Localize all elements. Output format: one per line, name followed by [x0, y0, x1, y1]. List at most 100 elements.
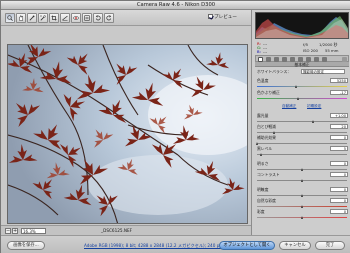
- zoom-in-button[interactable]: +: [12, 227, 18, 234]
- color-sampler-tool-button[interactable]: [38, 13, 48, 23]
- exposure-row: 露光量 +1.00: [257, 113, 348, 119]
- temperature-label: 色温度: [257, 78, 269, 83]
- auto-default-links: 自動補正 初期設定: [257, 104, 347, 109]
- photo-image: [8, 45, 247, 223]
- temperature-row: 色温度 5250: [257, 78, 348, 84]
- fill-light-slider[interactable]: [256, 142, 347, 145]
- done-button[interactable]: 完了: [315, 241, 345, 250]
- section-title: 基本補正: [255, 62, 349, 67]
- recovery-label: 白とび軽減: [257, 124, 276, 129]
- recovery-slider-thumb[interactable]: [273, 131, 275, 134]
- status-bar: − + 16.3% _DSC6125.NEF: [1, 225, 251, 235]
- zoom-level-select[interactable]: 16.3%: [21, 227, 46, 234]
- white-balance-icon: [29, 15, 35, 21]
- saturation-row: 彩度 0: [257, 209, 348, 215]
- exposure-slider[interactable]: [257, 120, 347, 123]
- default-link[interactable]: 初期設定: [307, 104, 321, 109]
- clarity-value[interactable]: 0: [330, 187, 348, 192]
- white-balance-row: ホワイトバランス： 撮影時の設定: [257, 69, 348, 75]
- hand-icon: [19, 15, 23, 21]
- temperature-slider[interactable]: [257, 85, 347, 88]
- b-value: ---: [263, 49, 268, 54]
- right-panel: R: --- G: --- B: --- f/5 1/2000 秒 ISO 20…: [251, 10, 350, 235]
- brightness-value[interactable]: 0: [330, 161, 348, 166]
- brightness-row: 明るさ 0: [257, 161, 348, 167]
- brightness-slider-thumb[interactable]: [301, 168, 303, 171]
- color-sampler-icon: [40, 15, 46, 21]
- exposure-label: 露光量: [257, 113, 269, 118]
- clarity-slider-thumb[interactable]: [301, 194, 303, 197]
- white-balance-select[interactable]: 撮影時の設定: [301, 69, 345, 74]
- saturation-slider[interactable]: [257, 216, 347, 219]
- zoom-out-button[interactable]: −: [5, 227, 11, 234]
- auto-link[interactable]: 自動補正: [282, 104, 296, 109]
- window-title: Camera Raw 4.6 - Nikon D300: [1, 1, 350, 10]
- vibrance-slider-thumb[interactable]: [301, 205, 303, 208]
- b-label: B:: [257, 49, 261, 54]
- fill-light-row: 補助光効果 0: [257, 135, 348, 141]
- contrast-value[interactable]: 0: [330, 172, 348, 177]
- recovery-value[interactable]: 20: [330, 124, 348, 129]
- red-eye-tool-button[interactable]: [71, 13, 81, 23]
- recovery-slider[interactable]: [257, 131, 347, 134]
- straighten-tool-button[interactable]: [60, 13, 70, 23]
- zoom-tool-button[interactable]: [5, 13, 15, 23]
- rotate-left-button[interactable]: [93, 13, 103, 23]
- temperature-slider-thumb[interactable]: [295, 85, 297, 88]
- exposure-value[interactable]: +1.00: [330, 113, 348, 118]
- tint-label: 色かぶり補正: [257, 90, 280, 95]
- red-eye-icon: [73, 16, 79, 20]
- clarity-label: 明瞭度: [257, 187, 269, 192]
- open-object-button[interactable]: オブジェクトとして開く: [219, 241, 275, 250]
- vibrance-value[interactable]: 0: [330, 198, 348, 203]
- contrast-slider[interactable]: [257, 179, 347, 182]
- clarity-slider[interactable]: [257, 194, 347, 197]
- vibrance-label: 自然な彩度: [257, 198, 276, 203]
- histogram-graph: [256, 16, 348, 38]
- workflow-options-link[interactable]: Adobe RGB (1998); 8 bit; 4288 x 2848 (12…: [84, 241, 223, 250]
- bottom-bar: 画像を保存... Adobe RGB (1998); 8 bit; 4288 x…: [1, 235, 350, 253]
- saturation-label: 彩度: [257, 209, 265, 214]
- crop-icon: [51, 15, 57, 21]
- saturation-slider-thumb[interactable]: [301, 216, 303, 219]
- blacks-value[interactable]: 5: [330, 146, 348, 151]
- iso: ISO 200: [303, 48, 318, 53]
- clarity-row: 明瞭度 0: [257, 187, 348, 193]
- preferences-button[interactable]: [82, 13, 92, 23]
- white-balance-tool-button[interactable]: [27, 13, 37, 23]
- hand-tool-button[interactable]: [16, 13, 26, 23]
- crop-tool-button[interactable]: [49, 13, 59, 23]
- tint-slider[interactable]: [257, 97, 347, 100]
- focal-length: 55 mm: [325, 48, 339, 53]
- preview-label: プレビュー: [214, 15, 237, 20]
- zoom-icon: [7, 15, 13, 21]
- blacks-slider-thumb[interactable]: [260, 153, 262, 156]
- cancel-button[interactable]: キャンセル: [279, 241, 311, 250]
- fill-light-label: 補助光効果: [257, 135, 276, 140]
- contrast-row: コントラスト 0: [257, 172, 348, 178]
- fill-light-value[interactable]: 0: [330, 135, 348, 140]
- preferences-icon: [84, 15, 90, 21]
- contrast-slider-thumb[interactable]: [301, 179, 303, 182]
- tint-row: 色かぶり補正 -17: [257, 90, 348, 96]
- aperture: f/5: [303, 42, 309, 47]
- vibrance-slider[interactable]: [257, 205, 347, 208]
- preview-toggle[interactable]: プレビュー: [208, 13, 237, 23]
- exposure-slider-thumb[interactable]: [312, 120, 314, 123]
- white-balance-label: ホワイトバランス：: [257, 69, 292, 74]
- camera-raw-window: Camera Raw 4.6 - Nikon D300 プレビュー − + 16…: [0, 0, 350, 253]
- histogram: [255, 12, 349, 39]
- save-image-button[interactable]: 画像を保存...: [7, 241, 45, 250]
- panel-tabs: [255, 55, 349, 62]
- blacks-slider[interactable]: [257, 153, 347, 156]
- temperature-value[interactable]: 5250: [330, 78, 348, 83]
- straighten-icon: [62, 15, 68, 21]
- image-preview[interactable]: [7, 44, 248, 224]
- brightness-slider[interactable]: [257, 168, 347, 171]
- preview-checkbox[interactable]: [208, 14, 213, 19]
- tint-value[interactable]: -17: [330, 90, 348, 95]
- saturation-value[interactable]: 0: [330, 209, 348, 214]
- rotate-right-button[interactable]: [104, 13, 114, 23]
- tint-slider-thumb[interactable]: [297, 97, 299, 100]
- fill-light-slider-thumb[interactable]: [256, 142, 258, 145]
